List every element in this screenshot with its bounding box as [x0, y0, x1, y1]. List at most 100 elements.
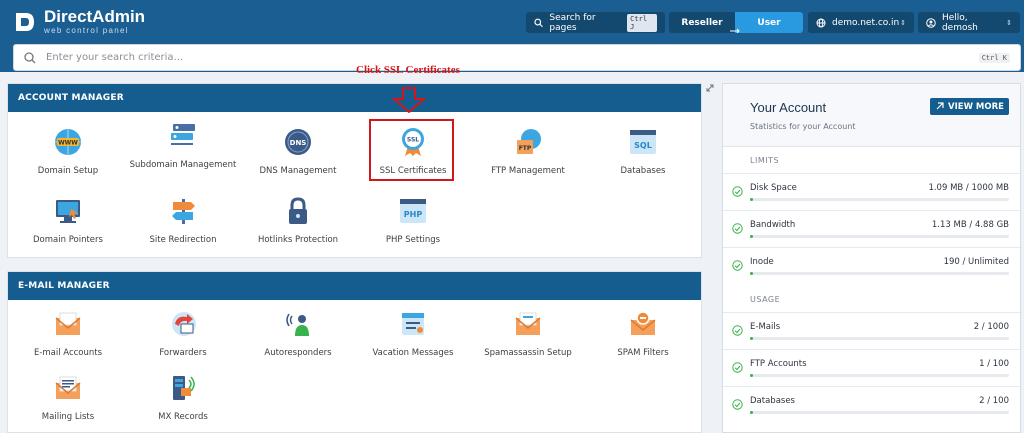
role-switch[interactable]: Reseller User: [669, 12, 803, 33]
email-manager-title: E-MAIL MANAGER: [8, 272, 701, 300]
tile-spamassassin-setup[interactable]: Spamassassin Setup: [469, 308, 587, 359]
svg-text:WWW: WWW: [58, 140, 78, 147]
account-manager-panel: ACCOUNT MANAGER WWW Domain Setup Subdoma…: [7, 83, 702, 258]
tile-spam-filters[interactable]: SPAM Filters: [584, 308, 702, 359]
tile-label: Mailing Lists: [41, 412, 95, 422]
tile-label: MX Records: [158, 412, 208, 422]
app-name: DirectAdmin: [44, 7, 146, 26]
tile-label: Vacation Messages: [372, 348, 454, 358]
forwarder-icon: [172, 312, 196, 336]
signpost-icon: [172, 199, 195, 224]
tile-dns-management[interactable]: DNS DNS Management: [239, 126, 357, 177]
tile-label: Domain Setup: [37, 166, 99, 176]
user-icon: [926, 17, 936, 28]
check-circle-icon: [732, 399, 743, 410]
tile-subdomain-management[interactable]: Subdomain Management: [124, 120, 242, 171]
app-tagline: web control panel: [44, 26, 129, 35]
subdomain-icon: [171, 124, 195, 145]
logo[interactable]: DirectAdmin web control panel: [12, 8, 145, 35]
svg-text:DNS: DNS: [290, 139, 307, 147]
search-pages-label: Search for pages: [549, 12, 596, 33]
annotation-arrow-icon: [392, 87, 426, 113]
stat-row-databases: Databases 2 / 100: [723, 386, 1020, 423]
tile-mx-records[interactable]: MX Records: [124, 372, 242, 423]
autoresponder-icon: [286, 313, 309, 336]
lock-icon: [289, 197, 307, 224]
stat-name: Bandwidth: [750, 220, 796, 230]
external-link-icon: [936, 102, 944, 110]
tile-label: Subdomain Management: [129, 160, 237, 170]
stat-value: 1 / 100: [979, 359, 1009, 369]
search-icon: [534, 18, 543, 27]
domain-name: demo.net.co.in: [832, 17, 900, 28]
annotation-text: Click SSL Certificates: [356, 64, 460, 76]
ftp-icon: FTP: [517, 129, 541, 154]
chevron-updown-icon: ⇕: [1006, 18, 1012, 27]
directadmin-logo-icon: [16, 12, 34, 31]
stat-row-ftp-accounts: FTP Accounts 1 / 100: [723, 349, 1020, 386]
stat-value: 1.09 MB / 1000 MB: [928, 183, 1009, 193]
tile-forwarders[interactable]: Forwarders: [124, 308, 242, 359]
chevron-updown-icon: ⇕: [900, 18, 906, 27]
user-greeting: Hello, demosh: [941, 12, 978, 33]
stat-progress-track: [750, 198, 1009, 201]
tile-site-redirection[interactable]: Site Redirection: [124, 195, 242, 246]
view-more-label: VIEW MORE: [948, 101, 1004, 112]
search-input[interactable]: [46, 52, 973, 63]
tile-databases[interactable]: SQL Databases: [584, 126, 702, 177]
annotation-highlight-box: [369, 119, 454, 181]
tile-label: SPAM Filters: [617, 348, 669, 358]
tile-label: FTP Management: [491, 166, 565, 176]
domain-selector[interactable]: demo.net.co.in ⇕: [808, 12, 914, 33]
stat-row-inode: Inode 190 / Unlimited: [723, 247, 1020, 284]
tile-label: Databases: [620, 166, 666, 176]
search-pages-button[interactable]: Search for pages Ctrl J: [526, 12, 665, 33]
swap-icon: [730, 28, 740, 33]
tile-hotlinks-protection[interactable]: Hotlinks Protection: [239, 195, 357, 246]
tile-label: Hotlinks Protection: [257, 235, 339, 245]
stat-value: 1.13 MB / 4.88 GB: [931, 220, 1009, 230]
vacation-icon: [402, 313, 424, 335]
tile-vacation-messages[interactable]: Vacation Messages: [354, 308, 472, 359]
stat-progress-fill: [750, 235, 753, 238]
stat-value: 190 / Unlimited: [943, 257, 1009, 267]
stat-row-emails: E-Mails 2 / 1000: [723, 312, 1020, 349]
tile-php-settings[interactable]: PHP PHP Settings: [354, 195, 472, 246]
stat-progress-track: [750, 411, 1009, 414]
check-circle-icon: [732, 260, 743, 271]
tile-label: E-mail Accounts: [33, 348, 103, 358]
stat-name: Disk Space: [750, 183, 797, 193]
tile-autoresponders[interactable]: Autoresponders: [239, 308, 357, 359]
view-more-button[interactable]: VIEW MORE: [930, 98, 1009, 115]
check-circle-icon: [732, 223, 743, 234]
your-account-subtitle: Statistics for your Account: [750, 122, 856, 131]
check-circle-icon: [732, 186, 743, 197]
tile-mailing-lists[interactable]: Mailing Lists: [9, 372, 127, 423]
tile-label: DNS Management: [259, 166, 337, 176]
role-user-option[interactable]: User: [735, 12, 803, 33]
stat-progress-fill: [750, 411, 753, 414]
stat-name: Databases: [750, 396, 795, 406]
tile-domain-pointers[interactable]: Domain Pointers: [9, 195, 127, 246]
collapse-icon[interactable]: [706, 84, 714, 92]
globe-icon: [816, 18, 826, 27]
check-circle-icon: [732, 325, 743, 336]
svg-text:SQL: SQL: [634, 141, 652, 150]
user-menu[interactable]: Hello, demosh ⇕: [918, 12, 1020, 33]
tile-ftp-management[interactable]: FTP FTP Management: [469, 126, 587, 177]
your-account-title: Your Account: [750, 100, 827, 115]
svg-text:PHP: PHP: [404, 210, 423, 219]
stat-name: Inode: [750, 257, 774, 267]
check-circle-icon: [732, 362, 743, 373]
stat-progress-track: [750, 272, 1009, 275]
main-search-bar[interactable]: Ctrl K: [13, 44, 1021, 71]
role-reseller-option[interactable]: Reseller: [669, 12, 735, 33]
tile-email-accounts[interactable]: E-mail Accounts: [9, 308, 127, 359]
account-manager-title: ACCOUNT MANAGER: [8, 84, 701, 112]
usage-section-label: USAGE: [750, 295, 781, 304]
limits-section-label: LIMITS: [750, 156, 780, 165]
spam-envelope-icon: [515, 312, 541, 335]
tile-domain-setup[interactable]: WWW Domain Setup: [9, 126, 127, 177]
domain-pointer-icon: [56, 200, 80, 223]
stat-row-disk-space: Disk Space 1.09 MB / 1000 MB: [723, 173, 1020, 210]
